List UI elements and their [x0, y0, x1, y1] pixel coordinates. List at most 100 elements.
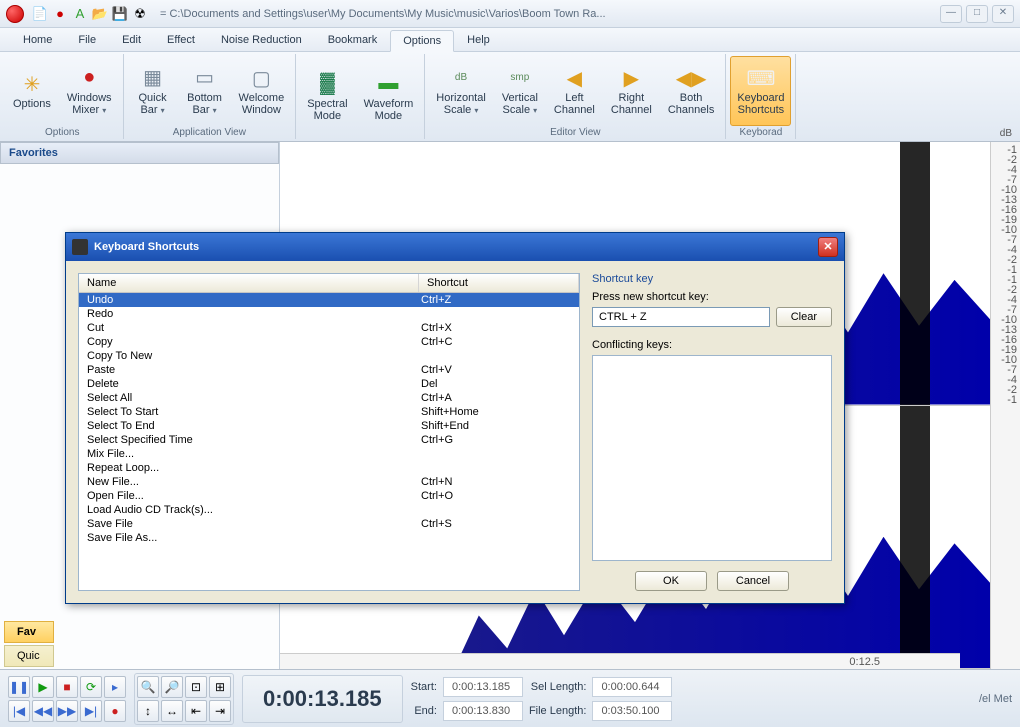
shortcut-row[interactable]: Save FileCtrl+S: [79, 517, 579, 531]
shortcut-row[interactable]: Open File...Ctrl+O: [79, 489, 579, 503]
sel-length-value[interactable]: 0:00:00.644: [592, 677, 672, 697]
start-value[interactable]: 0:00:13.185: [443, 677, 523, 697]
shortcut-row[interactable]: Redo: [79, 307, 579, 321]
conflicting-keys-box[interactable]: [592, 355, 832, 561]
selection-marker[interactable]: [900, 406, 930, 669]
shortcut-row[interactable]: Repeat Loop...: [79, 461, 579, 475]
menu-options[interactable]: Options: [390, 30, 454, 52]
shortcut-row[interactable]: Save File As...: [79, 531, 579, 545]
zoom-in-button[interactable]: 🔍: [137, 676, 159, 698]
zoom-controls: 🔍 🔎 ⊡ ⊞ ↕ ↔ ⇤ ⇥: [134, 673, 234, 725]
db-tick: -19: [991, 344, 1020, 354]
new-file-icon[interactable]: 📄: [32, 6, 48, 22]
shortcut-row[interactable]: DeleteDel: [79, 377, 579, 391]
minimize-button[interactable]: —: [940, 5, 962, 23]
menu-file[interactable]: File: [65, 29, 109, 51]
spectral-mode-button[interactable]: ▓SpectralMode: [300, 56, 354, 137]
shortcut-row[interactable]: Select To StartShift+Home: [79, 405, 579, 419]
db-tick: -2: [991, 254, 1020, 264]
shortcut-row[interactable]: Mix File...: [79, 447, 579, 461]
favorites-header[interactable]: Favorites: [0, 142, 279, 164]
go-end-button[interactable]: ▶|: [80, 700, 102, 722]
shortcut-row[interactable]: CopyCtrl+C: [79, 335, 579, 349]
open-folder-icon[interactable]: 📂: [92, 6, 108, 22]
right-channel-button[interactable]: ▶RightChannel: [604, 56, 659, 126]
zoom-v-out-button[interactable]: ↔: [161, 700, 183, 722]
shortcut-name: Copy To New: [79, 350, 419, 362]
close-button[interactable]: ✕: [992, 5, 1014, 23]
waveform-mode-button[interactable]: ▬WaveformMode: [357, 56, 421, 137]
record-button[interactable]: ●: [104, 700, 126, 722]
selection-marker[interactable]: [900, 142, 930, 405]
welcome-window-icon: ▢: [245, 66, 277, 90]
text-color-icon[interactable]: A: [72, 6, 88, 22]
play-selection-button[interactable]: ▸: [104, 676, 126, 698]
bottom-bar-button[interactable]: ▭BottomBar ▾: [180, 56, 230, 126]
save-icon[interactable]: 💾: [112, 6, 128, 22]
menu-help[interactable]: Help: [454, 29, 503, 51]
right-channel-icon: ▶: [615, 66, 647, 90]
zoom-out-button[interactable]: 🔎: [161, 676, 183, 698]
menu-home[interactable]: Home: [10, 29, 65, 51]
menu-noise-reduction[interactable]: Noise Reduction: [208, 29, 315, 51]
zoom-left-button[interactable]: ⇤: [185, 700, 207, 722]
time-ruler[interactable]: 0:12.5: [280, 653, 960, 669]
sel-length-label: Sel Length:: [529, 681, 586, 693]
dialog-titlebar[interactable]: Keyboard Shortcuts ✕: [66, 233, 844, 261]
ribbon-label: QuickBar ▾: [138, 92, 166, 117]
left-channel-button[interactable]: ◀LeftChannel: [547, 56, 602, 126]
welcome-window-button[interactable]: ▢WelcomeWindow: [232, 56, 292, 126]
col-name-header[interactable]: Name: [79, 274, 419, 292]
shortcut-row[interactable]: UndoCtrl+Z: [79, 293, 579, 307]
end-value[interactable]: 0:00:13.830: [443, 701, 523, 721]
both-channels-button[interactable]: ◀▶BothChannels: [661, 56, 721, 126]
horizontal-scale-button[interactable]: dBHorizontalScale ▾: [429, 56, 493, 126]
windows-mixer-button[interactable]: ●WindowsMixer ▾: [60, 56, 119, 126]
shortcut-row[interactable]: PasteCtrl+V: [79, 363, 579, 377]
ok-button[interactable]: OK: [635, 571, 707, 591]
vertical-scale-button[interactable]: smpVerticalScale ▾: [495, 56, 545, 126]
zoom-full-button[interactable]: ⊞: [209, 676, 231, 698]
go-start-button[interactable]: |◀: [8, 700, 30, 722]
menu-bookmark[interactable]: Bookmark: [315, 29, 391, 51]
zoom-right-button[interactable]: ⇥: [209, 700, 231, 722]
windows-mixer-icon: ●: [73, 66, 105, 90]
rewind-button[interactable]: ◀◀: [32, 700, 54, 722]
quick-bar-button[interactable]: ▦QuickBar ▾: [128, 56, 178, 126]
shortcut-name: Copy: [79, 336, 419, 348]
play-button[interactable]: ▶: [32, 676, 54, 698]
tab-quick[interactable]: Quic: [4, 645, 54, 667]
shortcut-row[interactable]: CutCtrl+X: [79, 321, 579, 335]
dialog-close-button[interactable]: ✕: [818, 237, 838, 257]
shortcut-list[interactable]: Name Shortcut UndoCtrl+ZRedoCutCtrl+XCop…: [78, 273, 580, 591]
tab-favorites[interactable]: Fav: [4, 621, 54, 643]
file-length-value[interactable]: 0:03:50.100: [592, 701, 672, 721]
shortcut-key-input[interactable]: [592, 307, 770, 327]
col-shortcut-header[interactable]: Shortcut: [419, 274, 579, 292]
shortcut-row[interactable]: Load Audio CD Track(s)...: [79, 503, 579, 517]
shortcut-row[interactable]: Select Specified TimeCtrl+G: [79, 433, 579, 447]
zoom-v-in-button[interactable]: ↕: [137, 700, 159, 722]
record-icon[interactable]: ●: [52, 6, 68, 22]
stop-button[interactable]: ■: [56, 676, 78, 698]
shortcut-row[interactable]: New File...Ctrl+N: [79, 475, 579, 489]
forward-button[interactable]: ▶▶: [56, 700, 78, 722]
options-button[interactable]: ✳Options: [6, 56, 58, 126]
zoom-sel-button[interactable]: ⊡: [185, 676, 207, 698]
menu-edit[interactable]: Edit: [109, 29, 154, 51]
shortcut-row[interactable]: Select To EndShift+End: [79, 419, 579, 433]
loop-play-button[interactable]: ⟳: [80, 676, 102, 698]
shortcut-row[interactable]: Copy To New: [79, 349, 579, 363]
keyboard-shortcuts-button[interactable]: ⌨KeyboardShortcuts: [730, 56, 791, 126]
menu-effect[interactable]: Effect: [154, 29, 208, 51]
cancel-button[interactable]: Cancel: [717, 571, 789, 591]
list-header[interactable]: Name Shortcut: [79, 274, 579, 293]
clear-button[interactable]: Clear: [776, 307, 832, 327]
pause-button[interactable]: ❚❚: [8, 676, 30, 698]
shortcut-key: Ctrl+A: [419, 392, 579, 404]
end-label: End:: [411, 705, 437, 717]
maximize-button[interactable]: □: [966, 5, 988, 23]
shortcut-row[interactable]: Select AllCtrl+A: [79, 391, 579, 405]
hazard-icon[interactable]: ☢: [132, 6, 148, 22]
db-tick: -10: [991, 354, 1020, 364]
